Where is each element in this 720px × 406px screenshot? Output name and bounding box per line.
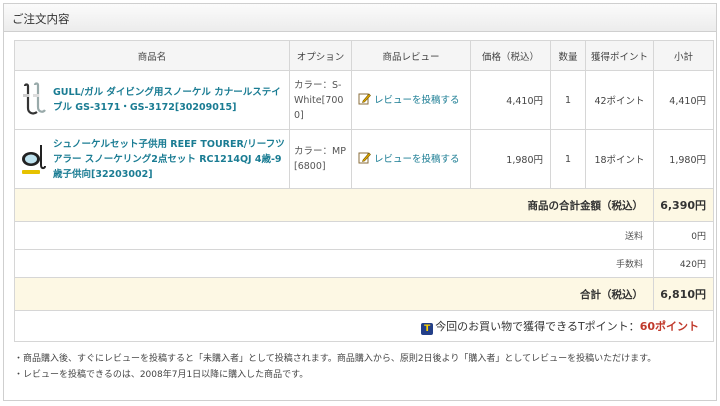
grand-total-value: 6,810円	[653, 277, 714, 311]
review-cell: レビューを投稿する	[351, 129, 471, 189]
table-header-row: 商品名 オプション 商品レビュー 価格（税込） 数量 獲得ポイント 小計	[14, 40, 714, 71]
quantity-cell: 1	[550, 129, 586, 189]
product-cell: シュノーケルセット子供用 REEF TOURER/リーフツアラー スノーケリング…	[14, 129, 290, 189]
write-review-link[interactable]: レビューを投稿する	[358, 151, 460, 165]
product-link[interactable]: シュノーケルセット子供用 REEF TOURER/リーフツアラー スノーケリング…	[53, 137, 285, 182]
tpoint-cell: T 今回のお買い物で獲得できるTポイント：60ポイント	[14, 310, 714, 342]
pencil-icon	[358, 152, 371, 164]
shipping-value: 0円	[653, 221, 714, 250]
table-row: シュノーケルセット子供用 REEF TOURER/リーフツアラー スノーケリング…	[14, 129, 714, 189]
price-cell: 4,410円	[470, 70, 551, 130]
option-cell: カラー：MP[6800]	[289, 129, 352, 189]
fee-row: 手数料 420円	[14, 249, 714, 278]
quantity-cell: 1	[550, 70, 586, 130]
product-total-label: 商品の合計金額（税込）	[14, 188, 654, 222]
write-review-label: レビューを投稿する	[374, 94, 460, 106]
write-review-label: レビューを投稿する	[374, 153, 460, 165]
snorkel-icon[interactable]	[19, 82, 47, 118]
order-table: 商品名 オプション 商品レビュー 価格（税込） 数量 獲得ポイント 小計 GUL…	[14, 40, 714, 342]
header-product-name: 商品名	[14, 40, 290, 71]
table-row: GULL/ガル ダイビング用スノーケル カナールステイブル GS-3171・GS…	[14, 70, 714, 130]
points-cell: 18ポイント	[585, 129, 654, 189]
grand-total-row: 合計（税込） 6,810円	[14, 277, 714, 311]
review-cell: レビューを投稿する	[351, 70, 471, 130]
notes: ・商品購入後、すぐにレビューを投稿すると「未購入者」として投稿されます。商品購入…	[14, 351, 714, 383]
product-link[interactable]: GULL/ガル ダイビング用スノーケル カナールステイブル GS-3171・GS…	[53, 85, 285, 115]
product-total-value: 6,390円	[653, 188, 714, 222]
subtotal-cell: 1,980円	[653, 129, 714, 189]
write-review-link[interactable]: レビューを投稿する	[358, 92, 460, 106]
tpoint-row: T 今回のお買い物で獲得できるTポイント：60ポイント	[14, 310, 714, 342]
shipping-row: 送料 0円	[14, 221, 714, 250]
panel-title: ご注文内容	[4, 4, 716, 32]
t-point-icon: T	[421, 322, 434, 335]
note-item: ・レビューを投稿できるのは、2008年7月1日以降に購入した商品です。	[14, 370, 309, 380]
product-cell: GULL/ガル ダイビング用スノーケル カナールステイブル GS-3171・GS…	[14, 70, 290, 130]
header-quantity: 数量	[550, 40, 586, 71]
subtotal-cell: 4,410円	[653, 70, 714, 130]
grand-total-label: 合計（税込）	[14, 277, 654, 311]
option-cell: カラー：S-White[7000]	[289, 70, 352, 130]
order-contents-panel: ご注文内容 商品名 オプション 商品レビュー 価格（税込） 数量 獲得ポイント …	[3, 3, 717, 401]
header-price: 価格（税込）	[470, 40, 551, 71]
header-subtotal: 小計	[653, 40, 714, 71]
product-total-row: 商品の合計金額（税込） 6,390円	[14, 188, 714, 222]
header-option: オプション	[289, 40, 352, 71]
header-points: 獲得ポイント	[585, 40, 654, 71]
header-review: 商品レビュー	[351, 40, 471, 71]
tpoint-value: 60ポイント	[639, 319, 699, 333]
points-cell: 42ポイント	[585, 70, 654, 130]
note-item: ・商品購入後、すぐにレビューを投稿すると「未購入者」として投稿されます。商品購入…	[14, 354, 657, 364]
fee-value: 420円	[653, 249, 714, 278]
snorkel-set-icon[interactable]	[19, 141, 47, 177]
price-cell: 1,980円	[470, 129, 551, 189]
shipping-label: 送料	[14, 221, 654, 250]
tpoint-text: 今回のお買い物で獲得できるTポイント：	[435, 319, 640, 333]
pencil-icon	[358, 93, 371, 105]
fee-label: 手数料	[14, 249, 654, 278]
